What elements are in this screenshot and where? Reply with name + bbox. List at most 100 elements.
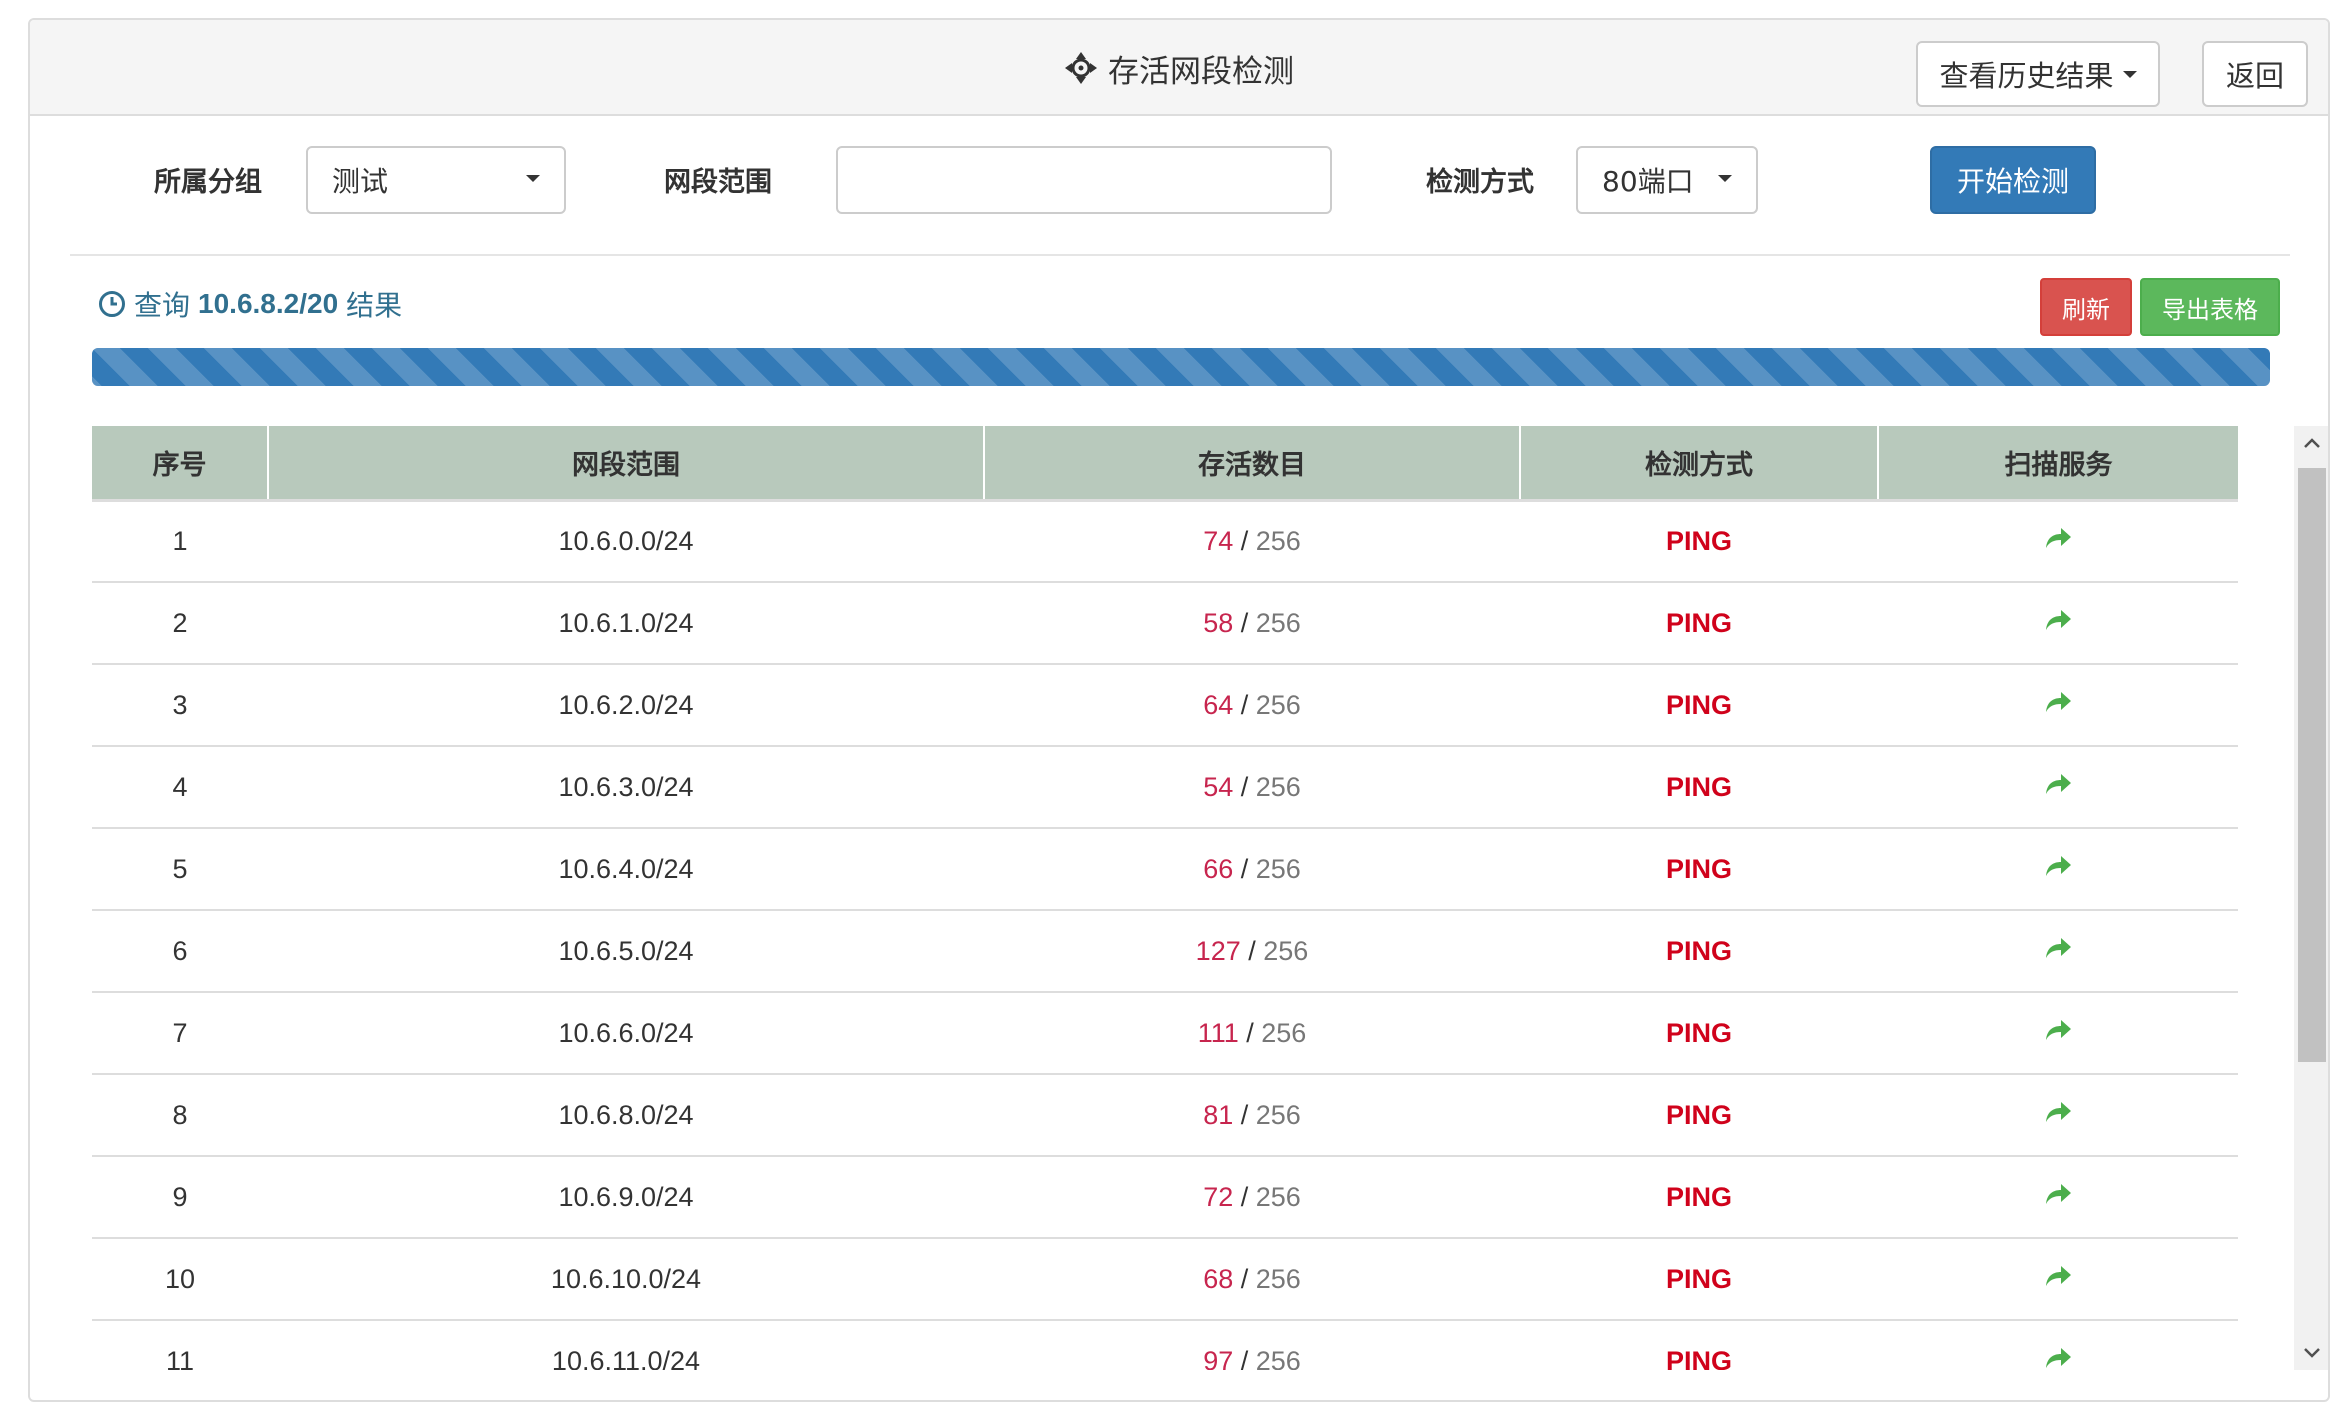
row-service xyxy=(1878,992,2238,1075)
total-count: 256 xyxy=(1263,935,1309,966)
method-text: PING xyxy=(1665,689,1732,720)
row-method: PING xyxy=(1520,910,1878,993)
method-select[interactable]: 80端口 xyxy=(1576,146,1758,214)
group-select[interactable]: 测试 xyxy=(306,146,566,214)
total-count: 256 xyxy=(1261,1017,1307,1048)
row-method: PING xyxy=(1520,992,1878,1075)
row-alive-count: 74 / 256 xyxy=(984,500,1520,583)
method-label: 检测方式 xyxy=(1426,167,1534,198)
row-alive-count: 68 / 256 xyxy=(984,1238,1520,1321)
scroll-down-arrow-icon[interactable] xyxy=(2294,1336,2328,1370)
vertical-scrollbar[interactable] xyxy=(2294,426,2328,1370)
count-separator: / xyxy=(1233,1099,1256,1130)
share-arrow-icon[interactable] xyxy=(2044,1182,2072,1213)
count-separator: / xyxy=(1233,1181,1256,1212)
row-range: 10.6.10.0/24 xyxy=(268,1238,984,1321)
scrollbar-thumb[interactable] xyxy=(2298,468,2326,1062)
back-button[interactable]: 返回 xyxy=(2202,41,2308,107)
query-suffix: 结果 xyxy=(346,289,403,322)
alive-count: 58 xyxy=(1203,607,1234,638)
share-arrow-icon[interactable] xyxy=(2044,526,2072,557)
row-method: PING xyxy=(1520,1238,1878,1321)
table-row: 1 10.6.0.0/24 74 / 256 PING xyxy=(92,500,2238,583)
query-summary: 查询 10.6.8.2/20 结果 xyxy=(98,284,402,324)
export-table-button[interactable]: 导出表格 xyxy=(2140,278,2280,336)
row-range: 10.6.8.0/24 xyxy=(268,1074,984,1157)
range-input[interactable] xyxy=(836,146,1332,214)
table-row: 3 10.6.2.0/24 64 / 256 PING xyxy=(92,664,2238,747)
row-range: 10.6.3.0/24 xyxy=(268,746,984,829)
count-separator: / xyxy=(1240,935,1264,966)
chevron-down-icon xyxy=(526,175,540,182)
back-label: 返回 xyxy=(2225,59,2284,93)
start-detection-label: 开始检测 xyxy=(1956,165,2069,198)
results-table-container: 序号 网段范围 存活数目 检测方式 扫描服务 1 10.6.0.0/24 74 / … xyxy=(92,426,2328,1370)
row-alive-count: 111 / 256 xyxy=(984,992,1520,1075)
refresh-label: 刷新 xyxy=(2062,295,2110,324)
row-service xyxy=(1878,500,2238,583)
start-detection-button[interactable]: 开始检测 xyxy=(1930,146,2096,214)
alive-count: 81 xyxy=(1203,1099,1234,1130)
alive-count: 64 xyxy=(1203,689,1234,720)
row-method: PING xyxy=(1520,582,1878,665)
results-table: 序号 网段范围 存活数目 检测方式 扫描服务 1 10.6.0.0/24 74 / … xyxy=(92,426,2238,1370)
total-count: 256 xyxy=(1255,1181,1301,1212)
table-row: 10 10.6.10.0/24 68 / 256 PING xyxy=(92,1238,2238,1321)
alive-count: 127 xyxy=(1195,935,1241,966)
alive-count: 72 xyxy=(1203,1181,1234,1212)
row-service xyxy=(1878,746,2238,829)
row-service xyxy=(1878,910,2238,993)
share-arrow-icon[interactable] xyxy=(2044,1264,2072,1295)
row-service xyxy=(1878,1320,2238,1370)
progress-bar xyxy=(92,348,2270,386)
divider xyxy=(70,254,2290,256)
total-count: 256 xyxy=(1255,525,1301,556)
refresh-button[interactable]: 刷新 xyxy=(2040,278,2132,336)
scroll-up-arrow-icon[interactable] xyxy=(2294,426,2328,460)
view-history-label: 查看历史结果 xyxy=(1939,59,2114,93)
range-label: 网段范围 xyxy=(664,167,772,198)
count-separator: / xyxy=(1238,1017,1262,1048)
table-row: 2 10.6.1.0/24 58 / 256 PING xyxy=(92,582,2238,665)
method-text: PING xyxy=(1665,1263,1732,1294)
row-index: 4 xyxy=(92,746,268,829)
count-separator: / xyxy=(1233,525,1256,556)
share-arrow-icon[interactable] xyxy=(2044,608,2072,639)
progress-bar-fill xyxy=(92,348,2270,386)
alive-count: 66 xyxy=(1203,853,1234,884)
table-body: 1 10.6.0.0/24 74 / 256 PING 2 10.6.1.0/24 58 /… xyxy=(92,500,2238,1370)
row-index: 6 xyxy=(92,910,268,993)
alive-count: 111 xyxy=(1197,1017,1239,1048)
share-arrow-icon[interactable] xyxy=(2044,690,2072,721)
column-header-service: 扫描服务 xyxy=(1877,426,2238,502)
method-select-value: 80端口 xyxy=(1602,165,1694,198)
count-separator: / xyxy=(1233,1263,1256,1294)
method-text: PING xyxy=(1665,1345,1732,1371)
panel-header: 存活网段检测 查看历史结果 返回 xyxy=(30,20,2328,116)
row-service xyxy=(1878,828,2238,911)
method-text: PING xyxy=(1665,525,1732,556)
share-arrow-icon[interactable] xyxy=(2044,1346,2072,1370)
view-history-button[interactable]: 查看历史结果 xyxy=(1916,41,2160,107)
row-method: PING xyxy=(1520,1074,1878,1157)
row-range: 10.6.11.0/24 xyxy=(268,1320,984,1370)
column-header-alive: 存活数目 xyxy=(983,426,1520,502)
row-index: 2 xyxy=(92,582,268,665)
total-count: 256 xyxy=(1255,689,1301,720)
chevron-down-icon xyxy=(2122,70,2137,78)
table-row: 11 10.6.11.0/24 97 / 256 PING xyxy=(92,1320,2238,1370)
share-arrow-icon[interactable] xyxy=(2044,936,2072,967)
row-index: 1 xyxy=(92,500,268,583)
export-table-label: 导出表格 xyxy=(2162,295,2258,324)
share-arrow-icon[interactable] xyxy=(2044,854,2072,885)
share-arrow-icon[interactable] xyxy=(2044,1100,2072,1131)
row-service xyxy=(1878,664,2238,747)
method-text: PING xyxy=(1665,607,1732,638)
share-arrow-icon[interactable] xyxy=(2044,1018,2072,1049)
total-count: 256 xyxy=(1255,607,1301,638)
chevron-down-icon xyxy=(1718,175,1732,182)
row-alive-count: 58 / 256 xyxy=(984,582,1520,665)
table-row: 8 10.6.8.0/24 81 / 256 PING xyxy=(92,1074,2238,1157)
row-service xyxy=(1878,1156,2238,1239)
share-arrow-icon[interactable] xyxy=(2044,772,2072,803)
